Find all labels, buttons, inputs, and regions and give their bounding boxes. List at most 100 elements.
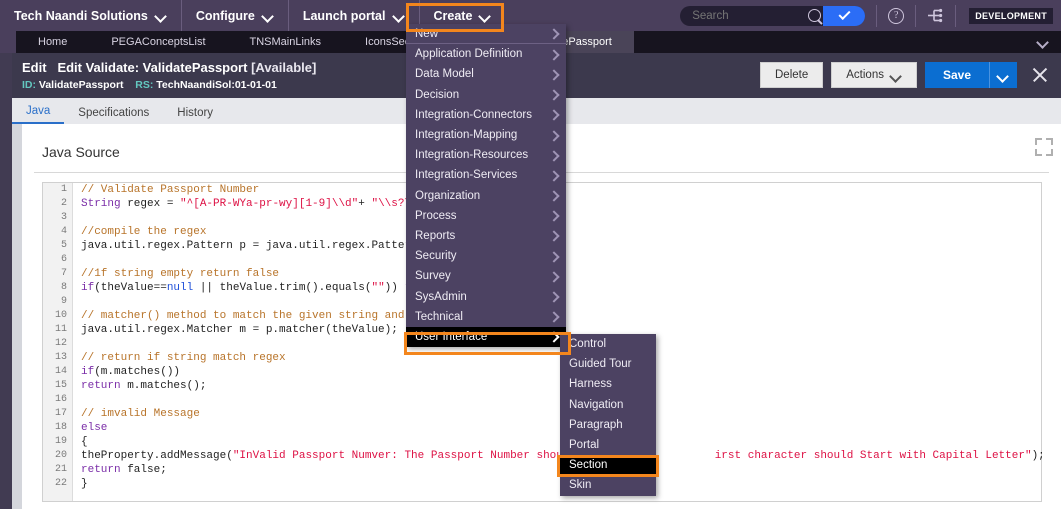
menu-item-label: Integration-Connectors — [415, 108, 532, 121]
tab-label: History — [177, 107, 214, 119]
editor-line-number: 9 — [60, 296, 67, 307]
close-icon[interactable] — [1029, 64, 1051, 86]
editor-line-number: 8 — [60, 282, 67, 293]
tab-java[interactable]: Java — [12, 105, 65, 124]
menu-item-label: Data Model — [415, 68, 474, 81]
search-submit-button[interactable] — [823, 5, 866, 26]
tab-label: PEGAConceptsList — [111, 36, 206, 48]
app-menu-label: Configure — [195, 8, 255, 23]
editor-line-number: 20 — [54, 450, 67, 461]
editor-line-number: 18 — [54, 422, 67, 433]
chevron-right-icon — [550, 171, 559, 180]
ui-submenu-item-section[interactable]: Section — [560, 455, 656, 476]
create-menu-item-decision[interactable]: Decision — [406, 85, 566, 105]
create-menu-item-user-interface[interactable]: User Interface — [406, 326, 566, 347]
save-button-group: Save — [924, 62, 1017, 88]
create-menu-item-integration-mapping[interactable]: Integration-Mapping — [406, 125, 566, 145]
editor-line-number: 14 — [54, 366, 67, 377]
ui-submenu-item-guided-tour[interactable]: Guided Tour — [560, 354, 656, 374]
tab-label: Specifications — [78, 107, 150, 119]
menu-item-label: Guided Tour — [569, 358, 632, 371]
create-menu-item-security[interactable]: Security — [406, 246, 566, 266]
chevron-right-icon — [550, 50, 559, 59]
check-icon — [838, 7, 851, 21]
ui-submenu-item-control[interactable]: Control — [560, 334, 656, 354]
create-menu-item-data-model[interactable]: Data Model — [406, 64, 566, 84]
menu-item-label: Integration-Services — [415, 169, 518, 182]
create-menu-item-new[interactable]: New — [406, 24, 566, 45]
create-menu-item-organization[interactable]: Organization — [406, 186, 566, 206]
create-menu-item-reports[interactable]: Reports — [406, 226, 566, 246]
save-dropdown-button[interactable] — [989, 62, 1017, 88]
app-menu-label: Create — [433, 8, 473, 23]
search-input[interactable] — [680, 6, 821, 25]
record-rs-value: TechNaandiSol:01-01-01 — [156, 79, 277, 91]
menu-item-label: Navigation — [569, 398, 624, 411]
chevron-down-icon — [156, 12, 167, 19]
chevron-down-icon — [394, 12, 405, 19]
expand-fullscreen-icon[interactable] — [1035, 138, 1053, 156]
create-menu-item-survey[interactable]: Survey — [406, 266, 566, 286]
create-menu-item-integration-services[interactable]: Integration-Services — [406, 165, 566, 185]
menu-item-label: Control — [569, 338, 607, 351]
chevron-right-icon — [550, 231, 559, 240]
workspace-tab-home[interactable]: Home — [16, 31, 89, 53]
record-subheader: ID: ValidatePassport RS: TechNaandiSol:0… — [22, 79, 277, 91]
ui-submenu-item-navigation[interactable]: Navigation — [560, 395, 656, 415]
editor-line-number: 2 — [60, 198, 67, 209]
header-divider — [876, 4, 878, 27]
record-id-label: ID: — [22, 79, 36, 91]
editor-line-number: 13 — [54, 352, 67, 363]
save-button[interactable]: Save — [924, 62, 989, 88]
app-menu-tech-naandi-solutions[interactable]: Tech Naandi Solutions — [0, 0, 182, 31]
editor-line-number: 10 — [54, 310, 67, 321]
editor-line-number: 5 — [60, 240, 67, 251]
chevron-right-icon — [550, 252, 559, 261]
workspace-tab-tnsmainlinks[interactable]: TNSMainLinks — [228, 31, 344, 53]
chevron-right-icon — [550, 151, 559, 160]
tab-label: TNSMainLinks — [249, 36, 322, 48]
editor-line-number: 12 — [54, 338, 67, 349]
node-tree-icon[interactable] — [927, 8, 944, 23]
ui-submenu-item-paragraph[interactable]: Paragraph — [560, 415, 656, 435]
editor-line-number: 7 — [60, 268, 67, 279]
chevron-down-icon[interactable] — [1038, 38, 1049, 45]
record-title-text: Edit Validate: ValidatePassport — [57, 60, 248, 75]
create-menu-item-integration-connectors[interactable]: Integration-Connectors — [406, 105, 566, 125]
tab-history[interactable]: History — [163, 107, 227, 124]
tab-label: Home — [38, 36, 68, 48]
header-right-tools: ? DEVELOPMENT — [680, 0, 1061, 31]
menu-item-label: User Interface — [415, 330, 488, 343]
app-menu-configure[interactable]: Configure — [182, 0, 289, 31]
actions-button[interactable]: Actions — [831, 62, 917, 88]
ui-submenu-item-portal[interactable]: Portal — [560, 435, 656, 455]
create-menu-item-application-definition[interactable]: Application Definition — [406, 44, 566, 64]
menu-item-label: Security — [415, 250, 457, 263]
editor-line-number: 21 — [54, 464, 67, 475]
ui-submenu-item-skin[interactable]: Skin — [560, 475, 656, 495]
delete-button-label: Delete — [775, 69, 809, 81]
create-menu-item-sysadmin[interactable]: SysAdmin — [406, 286, 566, 306]
tabstrip-left-pad — [0, 31, 16, 53]
app-menu-label: Launch portal — [302, 8, 386, 23]
delete-button[interactable]: Delete — [760, 62, 824, 88]
menu-item-label: Integration-Mapping — [415, 129, 518, 142]
environment-badge: DEVELOPMENT — [969, 7, 1053, 24]
create-menu-item-process[interactable]: Process — [406, 206, 566, 226]
tab-specifications[interactable]: Specifications — [64, 107, 163, 124]
editor-line-number: 19 — [54, 436, 67, 447]
actions-button-label: Actions — [846, 69, 884, 81]
menu-item-label: Process — [415, 209, 457, 222]
header-divider — [955, 4, 957, 27]
chevron-right-icon — [550, 70, 559, 79]
menu-item-label: Technical — [415, 310, 463, 323]
chevron-down-icon — [891, 72, 902, 79]
ui-submenu-item-harness[interactable]: Harness — [560, 374, 656, 394]
create-menu-item-technical[interactable]: Technical — [406, 307, 566, 327]
app-menu-launch-portal[interactable]: Launch portal — [289, 0, 420, 31]
save-button-label: Save — [942, 68, 971, 82]
workspace-tab-pegaconceptslist[interactable]: PEGAConceptsList — [89, 31, 227, 53]
help-question-icon[interactable]: ? — [888, 7, 905, 24]
search-box[interactable] — [680, 5, 866, 26]
create-menu-item-integration-resources[interactable]: Integration-Resources — [406, 145, 566, 165]
